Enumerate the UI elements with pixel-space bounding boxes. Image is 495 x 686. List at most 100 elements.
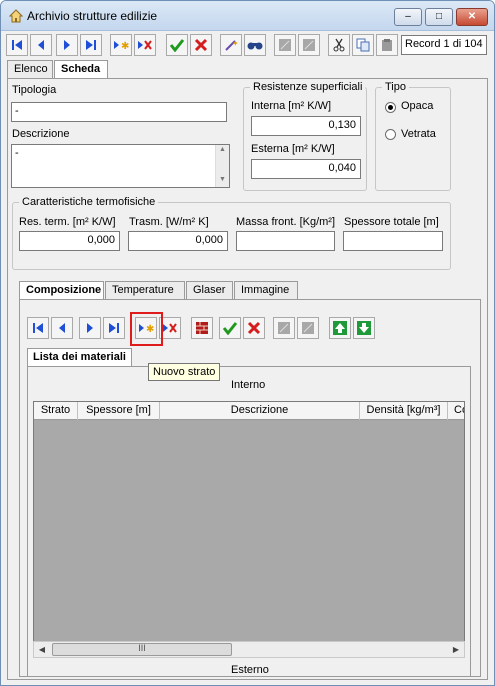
tab-immagine[interactable]: Immagine bbox=[234, 281, 298, 299]
paste-button[interactable] bbox=[376, 34, 398, 56]
tab-scheda[interactable]: Scheda bbox=[54, 60, 108, 79]
descrizione-scrollbar[interactable]: ▲ ▼ bbox=[215, 145, 229, 187]
cancel-button[interactable] bbox=[190, 34, 212, 56]
delete-icon bbox=[163, 323, 177, 333]
column-header[interactable]: Densità [kg/m³] bbox=[360, 402, 448, 420]
esterno-label: Esterno bbox=[231, 664, 269, 676]
termofisiche-legend: Caratteristiche termofisiche bbox=[19, 196, 159, 208]
descrizione-label: Descrizione bbox=[12, 128, 70, 140]
cut-button[interactable] bbox=[328, 34, 350, 56]
material-library-button[interactable] bbox=[191, 317, 213, 339]
cancel-layer-button[interactable] bbox=[243, 317, 265, 339]
interna-field[interactable]: 0,130 bbox=[251, 116, 361, 136]
paste-disabled-icon bbox=[302, 322, 314, 334]
last-icon bbox=[86, 40, 96, 50]
res-term-field[interactable]: 0,000 bbox=[19, 231, 120, 251]
column-header[interactable]: Co bbox=[448, 402, 464, 420]
horizontal-scrollbar[interactable]: ◀ III ▶ bbox=[33, 641, 465, 658]
spessore-label: Spessore totale [m] bbox=[344, 216, 439, 228]
paste-disabled-icon bbox=[303, 39, 315, 51]
tab-glaser[interactable]: Glaser bbox=[186, 281, 233, 299]
tab-lista-materiali[interactable]: Lista dei materiali bbox=[27, 348, 132, 366]
first-layer-button[interactable] bbox=[27, 317, 49, 339]
vetrata-label: Vetrata bbox=[401, 128, 436, 140]
column-header[interactable]: Descrizione bbox=[160, 402, 360, 420]
trasm-field[interactable]: 0,000 bbox=[128, 231, 228, 251]
paste-icon bbox=[382, 39, 392, 51]
find-button[interactable] bbox=[244, 34, 266, 56]
prev-record-button[interactable] bbox=[30, 34, 52, 56]
arrow-down-icon bbox=[357, 321, 371, 335]
scroll-right-icon[interactable]: ▶ bbox=[448, 642, 464, 657]
scroll-left-icon[interactable]: ◀ bbox=[34, 642, 50, 657]
trasm-label: Trasm. [W/m² K] bbox=[129, 216, 209, 228]
prev-layer-button[interactable] bbox=[51, 317, 73, 339]
radio-opaca[interactable] bbox=[385, 102, 396, 113]
descrizione-value: - bbox=[15, 147, 19, 159]
scroll-down-icon[interactable]: ▼ bbox=[216, 175, 229, 185]
minimize-button[interactable]: – bbox=[394, 8, 422, 26]
last-icon bbox=[109, 323, 119, 333]
copy-layer-disabled-button[interactable] bbox=[273, 317, 295, 339]
confirm-button[interactable] bbox=[166, 34, 188, 56]
arrow-up-icon bbox=[333, 321, 347, 335]
column-header[interactable]: Spessore [m] bbox=[78, 402, 160, 420]
res-term-label: Res. term. [m² K/W] bbox=[19, 216, 116, 228]
first-icon bbox=[12, 40, 22, 50]
next-icon bbox=[87, 323, 93, 333]
esterna-label: Esterna [m² K/W] bbox=[251, 143, 335, 155]
tab-elenco[interactable]: Elenco bbox=[7, 60, 53, 78]
next-record-button[interactable] bbox=[56, 34, 78, 56]
confirm-icon bbox=[169, 39, 185, 52]
copy-disabled-button[interactable] bbox=[274, 34, 296, 56]
copy-disabled-icon bbox=[278, 322, 290, 334]
brick-icon bbox=[196, 322, 208, 334]
paste-disabled-button[interactable] bbox=[298, 34, 320, 56]
first-record-button[interactable] bbox=[6, 34, 28, 56]
scissors-icon bbox=[333, 38, 345, 52]
massa-field[interactable] bbox=[236, 231, 335, 251]
next-layer-button[interactable] bbox=[79, 317, 101, 339]
tipologia-label: Tipologia bbox=[12, 84, 57, 96]
move-up-button[interactable] bbox=[329, 317, 351, 339]
scroll-up-icon[interactable]: ▲ bbox=[216, 145, 229, 155]
highlight-box bbox=[130, 312, 163, 346]
confirm-layer-button[interactable] bbox=[219, 317, 241, 339]
prev-icon bbox=[38, 40, 44, 50]
new-record-button[interactable]: ✱ bbox=[110, 34, 132, 56]
cancel-icon bbox=[194, 38, 208, 52]
delete-record-button[interactable] bbox=[134, 34, 156, 56]
close-button[interactable]: ✕ bbox=[456, 8, 488, 26]
copy-disabled-icon bbox=[279, 39, 291, 51]
column-header[interactable]: Strato bbox=[34, 402, 78, 420]
last-record-button[interactable] bbox=[80, 34, 102, 56]
tab-temperature[interactable]: Temperature bbox=[105, 281, 185, 299]
cancel-icon bbox=[247, 321, 261, 335]
descrizione-field[interactable]: - ▲ ▼ bbox=[11, 144, 230, 188]
scroll-thumb[interactable]: III bbox=[52, 643, 232, 656]
prev-icon bbox=[59, 323, 65, 333]
first-icon bbox=[33, 323, 43, 333]
wand-icon: ✦ bbox=[225, 39, 239, 51]
tab-composizione[interactable]: Composizione bbox=[19, 281, 104, 300]
tipologia-field[interactable]: - bbox=[11, 102, 227, 122]
move-down-button[interactable] bbox=[353, 317, 375, 339]
new-icon: ✱ bbox=[114, 41, 129, 52]
radio-vetrata[interactable] bbox=[385, 129, 396, 140]
materials-grid[interactable]: Strato Spessore [m] Descrizione Densità … bbox=[33, 401, 465, 657]
composition-toolbar: ✱ bbox=[27, 317, 377, 339]
tipo-legend: Tipo bbox=[382, 81, 409, 93]
esterna-field[interactable]: 0,040 bbox=[251, 159, 361, 179]
paste-layer-disabled-button[interactable] bbox=[297, 317, 319, 339]
grid-header: Strato Spessore [m] Descrizione Densità … bbox=[34, 402, 464, 420]
copy-button[interactable] bbox=[352, 34, 374, 56]
spessore-field[interactable] bbox=[343, 231, 443, 251]
massa-label: Massa front. [Kg/m²] bbox=[236, 216, 336, 228]
wizard-button[interactable]: ✦ bbox=[220, 34, 242, 56]
interna-label: Interna [m² K/W] bbox=[251, 100, 332, 112]
confirm-icon bbox=[222, 322, 238, 335]
next-icon bbox=[64, 40, 70, 50]
main-toolbar: ✱ ✦ bbox=[6, 34, 400, 56]
maximize-button[interactable]: □ bbox=[425, 8, 453, 26]
last-layer-button[interactable] bbox=[103, 317, 125, 339]
